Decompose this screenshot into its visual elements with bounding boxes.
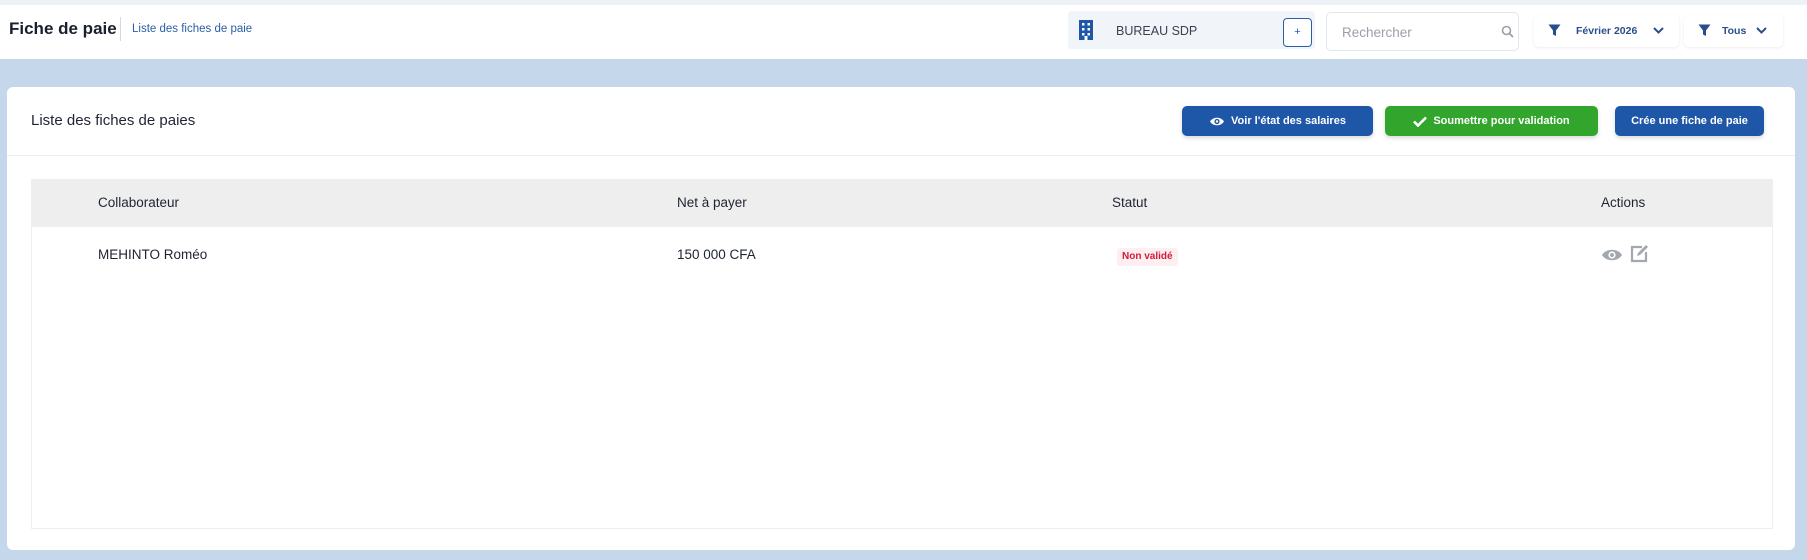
status-filter-label: Tous: [1722, 25, 1747, 37]
table-header: Collaborateur Net à payer Statut Actions: [32, 180, 1772, 227]
search-input[interactable]: [1342, 22, 1492, 42]
eye-icon: [1210, 117, 1225, 125]
payslip-list-card: Liste des fiches de paies Voir l'état de…: [7, 87, 1795, 550]
employee-name: MEHINTO Roméo: [98, 247, 208, 262]
check-icon: [1413, 116, 1428, 127]
title-divider: [120, 17, 121, 41]
submit-validation-label: Soumettre pour validation: [1433, 115, 1570, 127]
page-title: Fiche de paie: [9, 19, 117, 38]
edit-icon[interactable]: [1629, 244, 1649, 264]
column-header: Statut: [1112, 195, 1148, 210]
period-filter-label: Février 2026: [1576, 25, 1638, 37]
period-filter[interactable]: Février 2026: [1534, 15, 1679, 47]
view-salaries-button[interactable]: Voir l'état des salaires: [1182, 106, 1373, 136]
breadcrumb[interactable]: Liste des fiches de paie: [132, 23, 252, 35]
status-badge: Non validé: [1117, 248, 1178, 266]
card-title: Liste des fiches de paies: [31, 112, 196, 129]
building-icon: [1079, 20, 1093, 40]
view-icon[interactable]: [1601, 246, 1623, 264]
payslip-table: Collaborateur Net à payer Statut Actions…: [31, 179, 1773, 529]
status-filter[interactable]: Tous: [1684, 15, 1783, 47]
column-header: Actions: [1601, 195, 1646, 210]
column-header: Collaborateur: [98, 195, 180, 210]
net-amount: 150 000 CFA: [677, 247, 756, 262]
search-icon[interactable]: [1501, 25, 1514, 38]
add-company-button[interactable]: +: [1283, 18, 1312, 47]
filter-icon: [1698, 24, 1711, 36]
create-payslip-button[interactable]: Crée une fiche de paie: [1615, 106, 1764, 136]
filter-icon: [1548, 24, 1561, 36]
view-salaries-label: Voir l'état des salaires: [1231, 115, 1346, 127]
chevron-down-icon: [1756, 27, 1767, 34]
company-name: BUREAU SDP: [1116, 24, 1198, 38]
chevron-down-icon: [1653, 27, 1664, 34]
create-payslip-label: Crée une fiche de paie: [1631, 115, 1748, 127]
submit-validation-button[interactable]: Soumettre pour validation: [1385, 106, 1598, 136]
column-header: Net à payer: [677, 195, 747, 210]
